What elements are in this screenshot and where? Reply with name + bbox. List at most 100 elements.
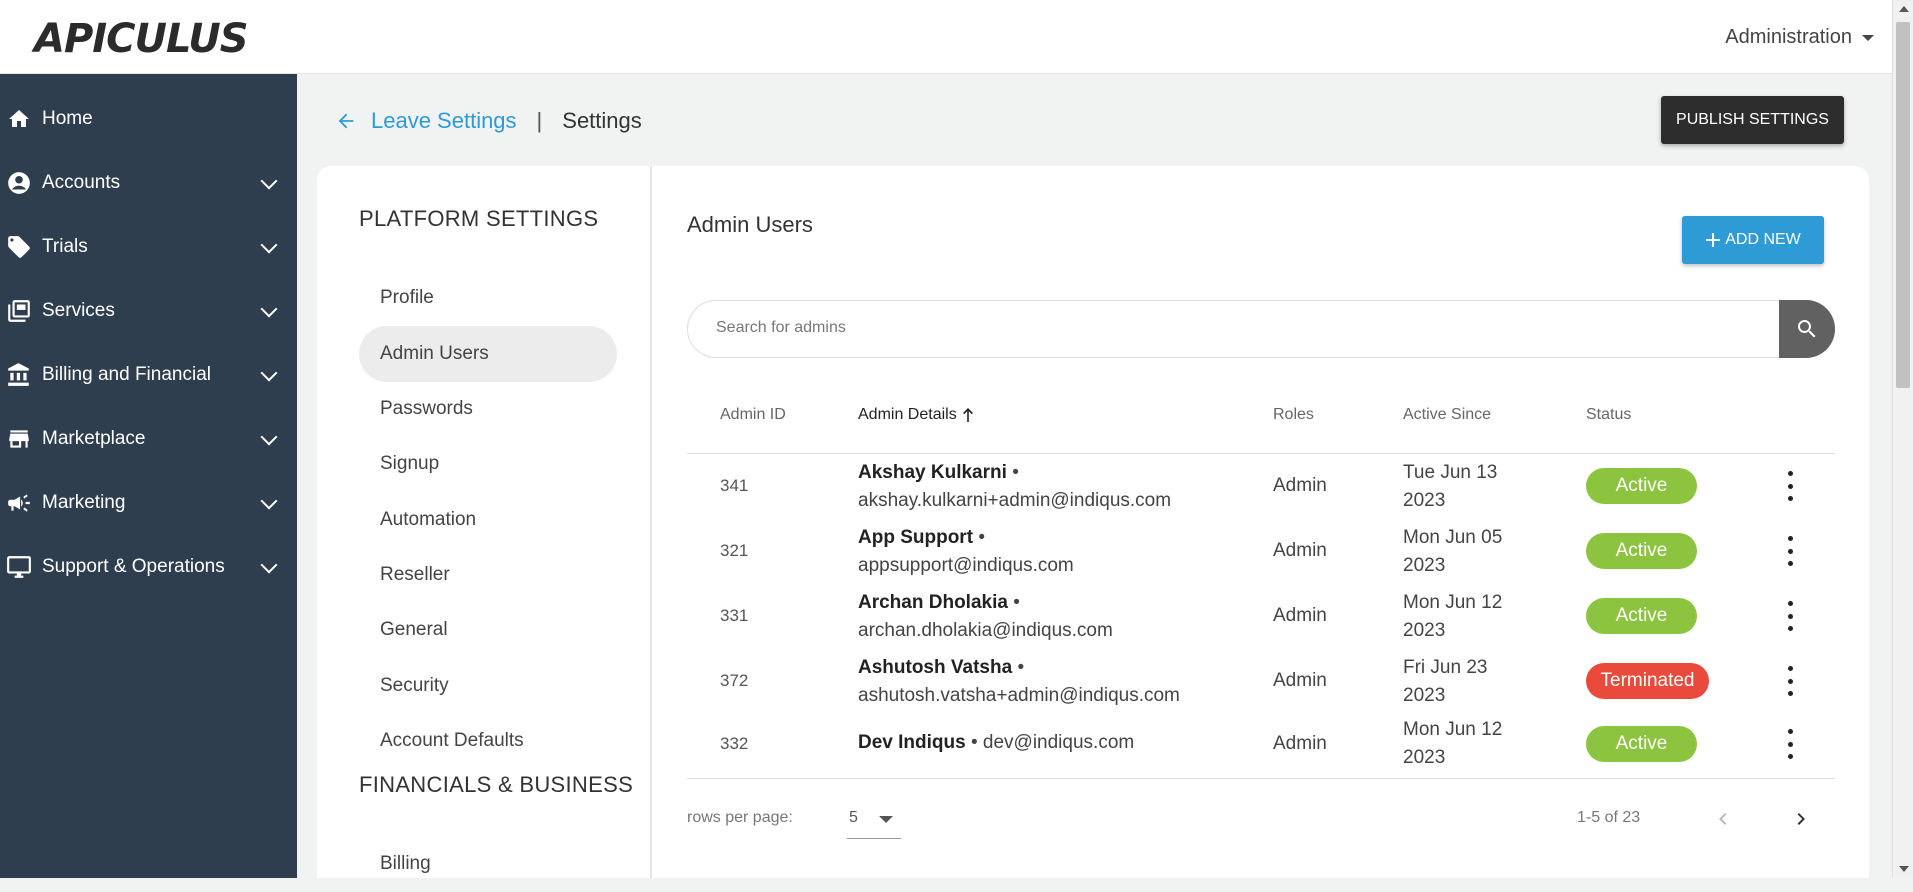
rows-per-page-label: rows per page: bbox=[687, 809, 793, 826]
leave-settings-label: Leave Settings bbox=[371, 108, 517, 133]
scrollbar-thumb[interactable] bbox=[1896, 22, 1910, 388]
table-row[interactable]: 341 Akshay Kulkarni • akshay.kulkarni+ad… bbox=[687, 455, 1835, 520]
search-icon bbox=[1798, 320, 1816, 338]
table-row[interactable]: 372 Ashutosh Vatsha • ashutosh.vatsha+ad… bbox=[687, 650, 1835, 715]
sidebar-item-marketing[interactable]: Marketing bbox=[0, 478, 297, 528]
sidebar-item-label: Services bbox=[42, 300, 115, 321]
column-roles[interactable]: Roles bbox=[1273, 406, 1314, 424]
active-since-date: Tue Jun 13 bbox=[1403, 462, 1498, 483]
active-since-year: 2023 bbox=[1403, 620, 1446, 641]
table-row[interactable]: 332 Dev Indiqus • dev@indiqus.com Admin … bbox=[687, 715, 1835, 780]
admin-id: 372 bbox=[720, 671, 749, 690]
page-scrollbar[interactable] bbox=[1892, 0, 1913, 878]
admin-name: Akshay Kulkarni bbox=[858, 462, 1007, 483]
account-circle-icon bbox=[4, 170, 34, 196]
leave-settings-link[interactable]: Leave Settings bbox=[335, 108, 517, 134]
sidebar-item-services[interactable]: Services bbox=[0, 286, 297, 336]
admin-id: 321 bbox=[720, 541, 749, 560]
sidebar-item-billing-and-financial[interactable]: Billing and Financial bbox=[0, 350, 297, 400]
page-info: 1-5 of 23 bbox=[1577, 809, 1641, 826]
table-pagination: rows per page: 5 1-5 of 23 bbox=[687, 778, 1835, 878]
previous-page-button[interactable] bbox=[1711, 807, 1735, 831]
column-admin-id[interactable]: Admin ID bbox=[720, 406, 786, 424]
apiculus-logo[interactable]: APICULUS bbox=[34, 16, 249, 62]
search-input[interactable] bbox=[716, 319, 1716, 337]
more-options-icon[interactable] bbox=[1780, 729, 1800, 759]
column-active-since[interactable]: Active Since bbox=[1403, 406, 1491, 424]
active-since-date: Mon Jun 05 bbox=[1403, 527, 1503, 548]
sidebar-item-accounts[interactable]: Accounts bbox=[0, 158, 297, 208]
admin-id: 331 bbox=[720, 606, 749, 625]
more-options-icon[interactable] bbox=[1780, 536, 1800, 566]
admin-role: Admin bbox=[1273, 670, 1327, 691]
settings-item-passwords[interactable]: Passwords bbox=[359, 381, 617, 437]
settings-item-billing[interactable]: Billing bbox=[359, 836, 617, 892]
active-since: Mon Jun 12 2023 bbox=[1403, 589, 1553, 645]
admin-details: App Support • appsupport@indiqus.com bbox=[858, 524, 1074, 580]
sidebar-item-label: Marketing bbox=[42, 492, 126, 513]
chevron-down-icon bbox=[260, 492, 278, 510]
sidebar-item-marketplace[interactable]: Marketplace bbox=[0, 414, 297, 464]
active-since: Fri Jun 23 2023 bbox=[1403, 654, 1553, 710]
settings-item-automation[interactable]: Automation bbox=[359, 492, 617, 548]
column-admin-details[interactable]: Admin Details bbox=[858, 406, 975, 424]
more-options-icon[interactable] bbox=[1780, 601, 1800, 631]
more-options-icon[interactable] bbox=[1780, 471, 1800, 501]
settings-item-signup[interactable]: Signup bbox=[359, 436, 617, 492]
settings-item-admin-users[interactable]: Admin Users bbox=[359, 326, 617, 382]
sidebar-item-label: Support & Operations bbox=[42, 556, 225, 577]
sidebar: Home Accounts Trials Services Billing an… bbox=[0, 74, 297, 878]
search-button[interactable] bbox=[1779, 300, 1835, 358]
bullet: • bbox=[978, 527, 985, 548]
active-since: Mon Jun 05 2023 bbox=[1403, 524, 1553, 580]
chevron-down-icon bbox=[260, 300, 278, 318]
sidebar-item-label: Marketplace bbox=[42, 428, 146, 449]
admin-email: dev@indiqus.com bbox=[982, 732, 1135, 753]
admin-details: Dev Indiqus • dev@indiqus.com bbox=[858, 729, 1134, 757]
rows-per-page-select[interactable]: 5 bbox=[847, 807, 901, 839]
sidebar-item-trials[interactable]: Trials bbox=[0, 222, 297, 272]
admin-details: Ashutosh Vatsha • ashutosh.vatsha+admin@… bbox=[858, 654, 1180, 710]
administration-menu[interactable]: Administration bbox=[1725, 26, 1874, 49]
megaphone-icon bbox=[4, 490, 34, 516]
status-badge: Active bbox=[1586, 726, 1697, 762]
next-page-button[interactable] bbox=[1789, 807, 1813, 831]
status-badge: Active bbox=[1586, 533, 1697, 569]
admin-details: Akshay Kulkarni • akshay.kulkarni+admin@… bbox=[858, 459, 1171, 515]
page-title: Settings bbox=[562, 108, 642, 133]
settings-item-reseller[interactable]: Reseller bbox=[359, 547, 617, 603]
chevron-left-icon bbox=[1719, 813, 1727, 825]
sidebar-item-label: Home bbox=[42, 108, 93, 129]
add-new-admin-button[interactable]: ADD NEW bbox=[1682, 216, 1824, 264]
column-status[interactable]: Status bbox=[1586, 406, 1631, 424]
admin-role: Admin bbox=[1273, 605, 1327, 626]
active-since-date: Mon Jun 12 bbox=[1403, 592, 1503, 613]
settings-item-general[interactable]: General bbox=[359, 602, 617, 658]
active-since-year: 2023 bbox=[1403, 490, 1446, 511]
table-row[interactable]: 321 App Support • appsupport@indiqus.com… bbox=[687, 520, 1835, 585]
caret-down-icon bbox=[1862, 34, 1874, 41]
caret-down-icon bbox=[879, 816, 893, 823]
settings-item-profile[interactable]: Profile bbox=[359, 270, 617, 326]
settings-item-account-defaults[interactable]: Account Defaults bbox=[359, 713, 617, 769]
admin-email: akshay.kulkarni+admin@indiqus.com bbox=[858, 490, 1172, 511]
bullet: • bbox=[1017, 657, 1025, 678]
plus-icon bbox=[1706, 233, 1721, 247]
sidebar-item-label: Billing and Financial bbox=[42, 364, 211, 385]
column-admin-details-label: Admin Details bbox=[858, 406, 957, 423]
admin-users-title: Admin Users bbox=[687, 212, 813, 237]
sidebar-item-home[interactable]: Home bbox=[0, 94, 297, 144]
sidebar-item-label: Accounts bbox=[42, 172, 121, 193]
active-since-year: 2023 bbox=[1403, 747, 1446, 768]
publish-settings-button[interactable]: PUBLISH SETTINGS bbox=[1661, 96, 1844, 144]
scroll-down-icon[interactable] bbox=[1899, 866, 1909, 872]
sidebar-item-support-operations[interactable]: Support & Operations bbox=[0, 542, 297, 592]
scroll-up-icon[interactable] bbox=[1899, 6, 1909, 12]
table-row[interactable]: 331 Archan Dholakia • archan.dholakia@in… bbox=[687, 585, 1835, 650]
admin-name: Archan Dholakia bbox=[858, 592, 1008, 613]
more-options-icon[interactable] bbox=[1780, 666, 1800, 696]
active-since-date: Fri Jun 23 bbox=[1403, 657, 1488, 678]
active-since-year: 2023 bbox=[1403, 555, 1446, 576]
settings-item-security[interactable]: Security bbox=[359, 658, 617, 714]
admin-table-header: Admin ID Admin Details Roles Active Sinc… bbox=[687, 398, 1835, 454]
